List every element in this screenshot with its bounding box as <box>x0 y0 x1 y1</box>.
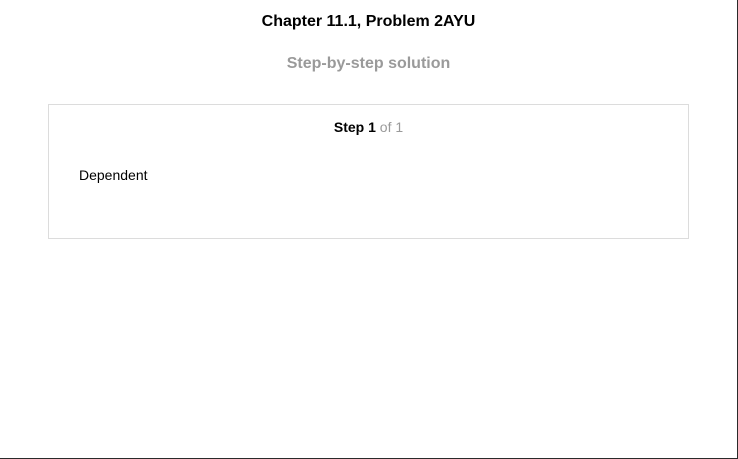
step-header: Step 1 of 1 <box>49 119 688 135</box>
step-card: Step 1 of 1 Dependent <box>48 104 689 239</box>
solution-page: Chapter 11.1, Problem 2AYU Step-by-step … <box>0 0 738 459</box>
step-total: of 1 <box>379 119 404 135</box>
step-label: Step <box>333 119 365 135</box>
page-subtitle: Step-by-step solution <box>286 55 451 72</box>
step-content: Dependent <box>79 167 148 183</box>
page-title: Chapter 11.1, Problem 2AYU <box>261 13 476 30</box>
step-number: 1 <box>368 119 376 135</box>
